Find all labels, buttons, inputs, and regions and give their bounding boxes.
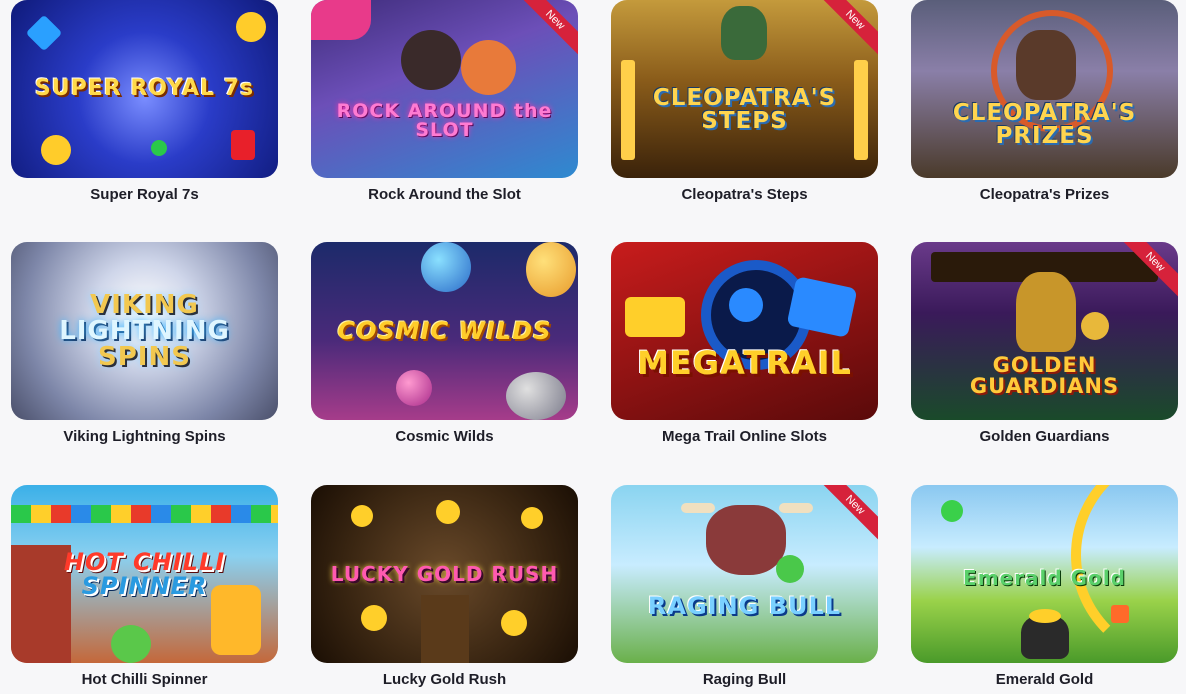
game-title[interactable]: Hot Chilli Spinner bbox=[11, 671, 278, 688]
game-art-logo-line: HOT CHILLI bbox=[63, 548, 226, 576]
game-art-logo-line: SPINNER bbox=[81, 572, 208, 600]
game-title[interactable]: Viking Lightning Spins bbox=[11, 428, 278, 445]
game-grid: SUPER ROYAL 7s Super Royal 7s ROCK AROUN… bbox=[0, 0, 1186, 694]
game-card-mega-trail[interactable]: MEGATRAIL Mega Trail Online Slots bbox=[611, 242, 878, 445]
game-art-logo: RAGING BULL bbox=[647, 592, 842, 621]
game-art-logo: CLEOPATRA'S STEPS bbox=[652, 85, 837, 135]
game-thumbnail[interactable]: SUPER ROYAL 7s bbox=[11, 0, 278, 178]
game-thumbnail[interactable]: Emerald Gold bbox=[911, 485, 1178, 663]
game-art-logo-line: VIKING bbox=[90, 290, 199, 320]
game-card-super-royal-7s[interactable]: SUPER ROYAL 7s Super Royal 7s bbox=[11, 0, 278, 203]
game-thumbnail[interactable]: VIKING LIGHTNING SPINS bbox=[11, 242, 278, 420]
game-art-logo: LUCKY GOLD RUSH bbox=[330, 562, 559, 586]
game-card-golden-guardians[interactable]: GOLDEN GUARDIANS New Golden Guardians bbox=[911, 242, 1178, 445]
game-thumbnail[interactable]: GOLDEN GUARDIANS New bbox=[911, 242, 1178, 420]
game-art-logo: ROCK AROUND the SLOT bbox=[336, 100, 553, 142]
game-title[interactable]: Rock Around the Slot bbox=[311, 186, 578, 203]
new-badge: New bbox=[518, 0, 578, 60]
game-art-logo: COSMIC WILDS bbox=[337, 317, 552, 345]
game-card-cosmic-wilds[interactable]: COSMIC WILDS Cosmic Wilds bbox=[311, 242, 578, 445]
game-card-rock-around-the-slot[interactable]: ROCK AROUND the SLOT New Rock Around the… bbox=[311, 0, 578, 203]
new-badge-label: New bbox=[1118, 242, 1178, 300]
game-card-hot-chilli-spinner[interactable]: HOT CHILLI SPINNER Hot Chilli Spinner bbox=[11, 485, 278, 688]
game-art-logo: CLEOPATRA'S PRIZES bbox=[952, 99, 1137, 149]
game-card-raging-bull[interactable]: RAGING BULL New Raging Bull bbox=[611, 485, 878, 688]
game-card-lucky-gold-rush[interactable]: LUCKY GOLD RUSH Lucky Gold Rush bbox=[311, 485, 578, 688]
game-title[interactable]: Cleopatra's Prizes bbox=[911, 186, 1178, 203]
game-thumbnail[interactable]: ROCK AROUND the SLOT New bbox=[311, 0, 578, 178]
game-art-logo: HOT CHILLI SPINNER bbox=[11, 550, 278, 598]
game-thumbnail[interactable]: MEGATRAIL bbox=[611, 242, 878, 420]
new-badge-label: New bbox=[818, 0, 878, 58]
game-thumbnail[interactable]: HOT CHILLI SPINNER bbox=[11, 485, 278, 663]
game-card-viking-lightning-spins[interactable]: VIKING LIGHTNING SPINS Viking Lightning … bbox=[11, 242, 278, 445]
game-thumbnail[interactable]: CLEOPATRA'S PRIZES bbox=[911, 0, 1178, 178]
game-title[interactable]: Cosmic Wilds bbox=[311, 428, 578, 445]
game-thumbnail[interactable]: RAGING BULL New bbox=[611, 485, 878, 663]
game-card-cleopatras-prizes[interactable]: CLEOPATRA'S PRIZES Cleopatra's Prizes bbox=[911, 0, 1178, 203]
new-badge: New bbox=[1118, 242, 1178, 302]
game-art-logo-line: LIGHTNING bbox=[59, 316, 230, 346]
game-art-logo: VIKING LIGHTNING SPINS bbox=[11, 292, 278, 370]
game-thumbnail[interactable]: CLEOPATRA'S STEPS New bbox=[611, 0, 878, 178]
game-title[interactable]: Cleopatra's Steps bbox=[611, 186, 878, 203]
new-badge: New bbox=[818, 0, 878, 60]
game-thumbnail[interactable]: LUCKY GOLD RUSH bbox=[311, 485, 578, 663]
game-card-emerald-gold[interactable]: Emerald Gold Emerald Gold bbox=[911, 485, 1178, 688]
game-title[interactable]: Golden Guardians bbox=[911, 428, 1178, 445]
game-title[interactable]: Emerald Gold bbox=[911, 671, 1178, 688]
game-title[interactable]: Lucky Gold Rush bbox=[311, 671, 578, 688]
game-thumbnail[interactable]: COSMIC WILDS bbox=[311, 242, 578, 420]
new-badge-label: New bbox=[518, 0, 578, 58]
game-title[interactable]: Raging Bull bbox=[611, 671, 878, 688]
game-art-logo: SUPER ROYAL 7s bbox=[34, 76, 255, 101]
game-art-logo: MEGATRAIL bbox=[637, 344, 852, 383]
game-card-cleopatras-steps[interactable]: CLEOPATRA'S STEPS New Cleopatra's Steps bbox=[611, 0, 878, 203]
game-art-logo-line: SPINS bbox=[98, 342, 191, 372]
new-badge: New bbox=[818, 485, 878, 545]
game-art-logo: Emerald Gold bbox=[963, 565, 1126, 590]
game-art-logo: GOLDEN GUARDIANS bbox=[969, 352, 1120, 398]
new-badge-label: New bbox=[818, 485, 878, 543]
game-title[interactable]: Super Royal 7s bbox=[11, 186, 278, 203]
game-title[interactable]: Mega Trail Online Slots bbox=[611, 428, 878, 445]
